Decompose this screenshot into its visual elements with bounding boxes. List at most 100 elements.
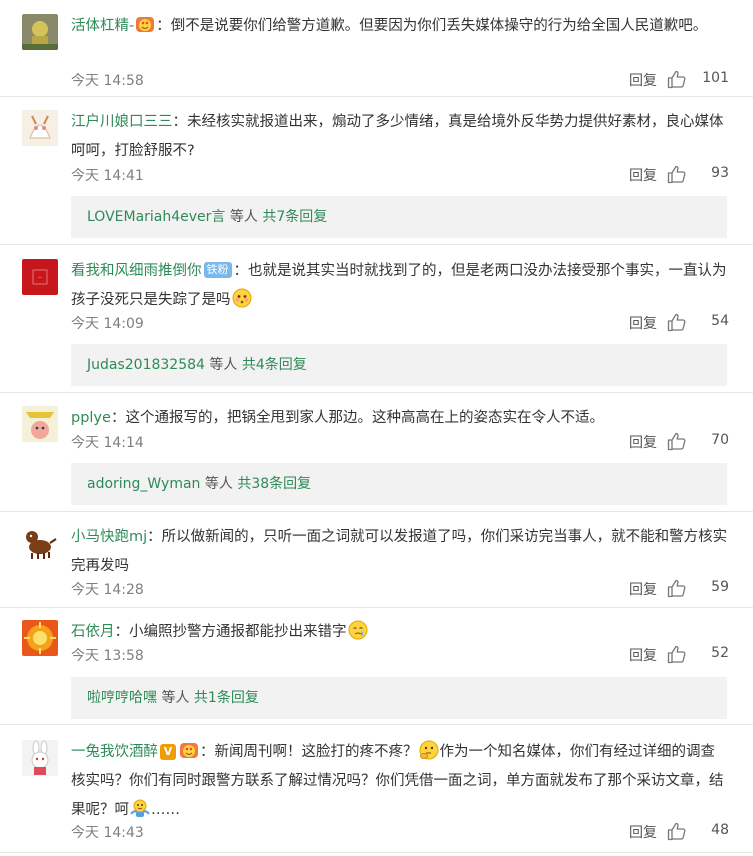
sub-reply-user[interactable]: LOVEMariah4ever言 — [87, 209, 225, 225]
username[interactable]: 江户川娘口三三 — [71, 114, 173, 130]
like-button[interactable]: 70 — [667, 432, 729, 452]
timestamp: 今天 14:58 — [71, 73, 144, 89]
thumbs-up-icon — [667, 70, 686, 89]
comment-body: pplye：这个通报写的，把锅全甩到家人那边。这种高高在上的姿态实在令人不适。 — [71, 410, 604, 426]
reply-button[interactable]: 回复 — [629, 579, 657, 599]
emoji-shrug — [130, 798, 150, 818]
fan-badge: 铁粉 — [203, 262, 232, 278]
like-button[interactable]: 54 — [667, 313, 729, 333]
comment-meta: 今天 14:58 回复 101 — [71, 70, 729, 90]
emoji-flushed — [232, 288, 252, 308]
timestamp: 今天 14:09 — [71, 316, 144, 332]
reply-button[interactable]: 回复 — [629, 432, 657, 452]
divider — [0, 392, 753, 393]
timestamp: 今天 14:41 — [71, 168, 144, 184]
verified-badge: V — [160, 744, 176, 760]
sub-reply-summary[interactable]: adoring_Wyman 等人 共38条回复 — [71, 463, 727, 505]
comment-meta: 今天 13:58 回复 52 — [71, 645, 729, 665]
like-count: 93 — [711, 165, 729, 181]
thumbs-up-icon — [667, 432, 686, 451]
like-count: 54 — [711, 313, 729, 329]
reply-button[interactable]: 回复 — [629, 822, 657, 842]
like-button[interactable]: 93 — [667, 165, 729, 185]
username[interactable]: 一兔我饮酒醉 — [71, 744, 158, 760]
emoji-crying — [348, 620, 368, 640]
like-count: 70 — [711, 432, 729, 448]
comment-body: 石依月：小编照抄警方通报都能抄出来错字 — [71, 618, 729, 647]
reply-button[interactable]: 回复 — [629, 165, 657, 185]
comment-text-c: …… — [151, 802, 180, 818]
emoji-heart-eyes — [179, 740, 199, 760]
emoji-heart-eyes — [135, 14, 155, 34]
sub-reply-count[interactable]: 共38条回复 — [237, 476, 311, 492]
sub-reply-user[interactable]: Judas201832584 — [87, 357, 205, 373]
avatar[interactable] — [22, 620, 58, 656]
timestamp: 今天 14:43 — [71, 825, 144, 841]
comment-text: 所以做新闻的，只听一面之词就可以发报道了吗，你们采访完当事人，就不能和警方核实完… — [71, 529, 728, 574]
avatar[interactable] — [22, 525, 58, 561]
timestamp: 今天 14:14 — [71, 435, 144, 451]
sub-reply-count[interactable]: 共1条回复 — [194, 690, 259, 706]
thumbs-up-icon — [667, 579, 686, 598]
comment-meta: 今天 14:09 回复 54 — [71, 313, 729, 333]
sub-reply-count[interactable]: 共7条回复 — [262, 209, 327, 225]
like-button[interactable]: 59 — [667, 579, 729, 599]
avatar[interactable] — [22, 406, 58, 442]
sub-reply-user[interactable]: adoring_Wyman — [87, 476, 200, 492]
username[interactable]: 活体杠精- — [71, 18, 134, 34]
reply-button[interactable]: 回复 — [629, 313, 657, 333]
sub-reply-summary[interactable]: Judas201832584 等人 共4条回复 — [71, 344, 727, 386]
emoji-thinking — [419, 740, 439, 760]
svg-text:··: ·· — [38, 275, 42, 282]
username[interactable]: pplye — [71, 410, 111, 426]
sub-reply-mid: 等人 — [200, 476, 238, 492]
divider — [0, 511, 753, 512]
comment-body: 看我和风细雨推倒你 铁粉 ：也就是说其实当时就找到了的，但是老两口没办法接受那个事实… — [71, 262, 727, 308]
comment-body: 江户川娘口三三：未经核实就报道出来，煽动了多少情绪，真是给境外反华势力提供好素材… — [71, 114, 724, 159]
sub-reply-count[interactable]: 共4条回复 — [242, 357, 307, 373]
thumbs-up-icon — [667, 822, 686, 841]
username[interactable]: 看我和风细雨推倒你 — [71, 263, 202, 279]
sub-reply-mid: 等人 — [157, 690, 194, 706]
sub-reply-user[interactable]: 啦哼哼哈嘿 — [87, 690, 157, 706]
like-button[interactable]: 101 — [667, 70, 729, 90]
timestamp: 今天 13:58 — [71, 648, 144, 664]
comment-text: 小编照抄警方通报都能抄出来错字 — [129, 624, 347, 640]
comment-meta: 今天 14:41 回复 93 — [71, 165, 729, 185]
comment-meta: 今天 14:43 回复 48 — [71, 822, 729, 842]
like-count: 52 — [711, 645, 729, 661]
thumbs-up-icon — [667, 645, 686, 664]
username[interactable]: 小马快跑mj — [71, 529, 147, 545]
comment-body: 活体杠精- ：倒不是说要你们给警方道歉。但要因为你们丢失媒体操守的行为给全国人民道… — [71, 12, 729, 41]
divider — [0, 852, 753, 853]
reply-button[interactable]: 回复 — [629, 70, 657, 90]
avatar[interactable] — [22, 14, 58, 50]
divider — [0, 244, 753, 245]
divider — [0, 607, 753, 608]
sub-reply-mid: 等人 — [204, 357, 242, 373]
avatar[interactable]: ·· — [22, 259, 58, 295]
comment-text: 这个通报写的，把锅全甩到家人那边。这种高高在上的姿态实在令人不适。 — [125, 410, 604, 426]
avatar[interactable] — [22, 110, 58, 146]
comment-body: 小马快跑mj：所以做新闻的，只听一面之词就可以发报道了吗，你们采访完当事人，就不… — [71, 529, 728, 574]
thumbs-up-icon — [667, 313, 686, 332]
username[interactable]: 石依月 — [71, 624, 115, 640]
avatar[interactable] — [22, 740, 58, 776]
like-button[interactable]: 52 — [667, 645, 729, 665]
divider — [0, 96, 753, 97]
comment-meta: 今天 14:28 回复 59 — [71, 579, 729, 599]
like-count: 48 — [711, 822, 729, 838]
comment-meta: 今天 14:14 回复 70 — [71, 432, 729, 452]
like-button[interactable]: 48 — [667, 822, 729, 842]
sub-reply-summary[interactable]: LOVEMariah4ever言 等人 共7条回复 — [71, 196, 727, 238]
reply-button[interactable]: 回复 — [629, 645, 657, 665]
divider — [0, 724, 753, 725]
comment-text-a: 新闻周刊啊！这脸打的疼不疼？ — [214, 744, 418, 760]
comment-body: 一兔我饮酒醉 V ：新闻周刊啊！这脸打的疼不疼？ 作为一个知名媒体，你们有经过详细的调… — [71, 738, 729, 825]
like-count: 101 — [702, 70, 729, 86]
comment-text: 倒不是说要你们给警方道歉。但要因为你们丢失媒体操守的行为给全国人民道歉吧。 — [170, 18, 708, 34]
sub-reply-summary[interactable]: 啦哼哼哈嘿 等人 共1条回复 — [71, 677, 727, 719]
sub-reply-mid: 等人 — [225, 209, 263, 225]
timestamp: 今天 14:28 — [71, 582, 144, 598]
like-count: 59 — [711, 579, 729, 595]
